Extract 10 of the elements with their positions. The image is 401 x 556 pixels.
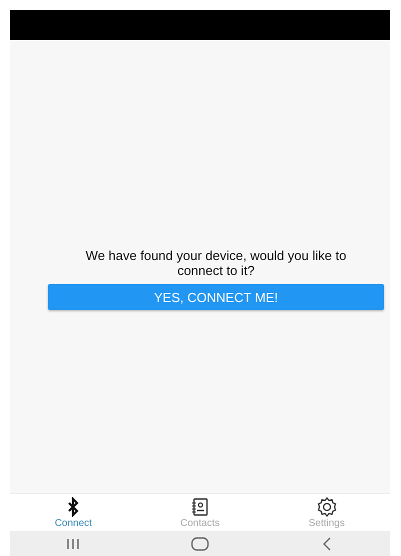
contact-book-icon [190,497,210,517]
recents-icon[interactable] [66,538,80,550]
back-icon[interactable] [322,536,332,550]
connect-button[interactable]: YES, CONNECT ME! [48,284,384,310]
home-icon[interactable] [191,536,209,550]
settings-icon [316,496,338,518]
tab[interactable]: Connect [10,494,137,531]
tab[interactable]: Contacts [136,494,264,531]
prompt-message: We have found your device, would you like to connect to it? [84,248,348,278]
tab[interactable]: Settings [263,494,390,531]
